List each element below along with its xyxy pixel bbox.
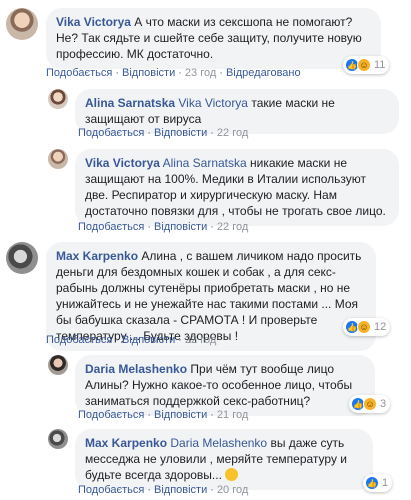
comment-bubble: Vika Victorya А что маски из сексшопа не… bbox=[46, 8, 381, 69]
comment-vika-reply: Vika Victorya Alina Sarnatska никакие ма… bbox=[48, 149, 399, 226]
mention-link[interactable]: Daria Melashenko bbox=[170, 436, 267, 450]
comment-author[interactable]: Alina Sarnatska bbox=[85, 96, 175, 110]
comment-bubble: Max Karpenko Daria Melashenko вы даже су… bbox=[75, 429, 373, 490]
like-icon: 👍 bbox=[365, 476, 379, 490]
avatar[interactable] bbox=[6, 242, 38, 274]
timestamp[interactable]: 22 год bbox=[217, 221, 248, 233]
comment-actions: Подобається · Відповісти · 22 год bbox=[46, 334, 217, 346]
timestamp[interactable]: 22 год bbox=[185, 334, 216, 346]
comment-vika-1: Vika Victorya А что маски из сексшопа не… bbox=[6, 8, 381, 69]
timestamp[interactable]: 22 год bbox=[217, 127, 248, 139]
mention-link[interactable]: Alina Sarnatska bbox=[163, 156, 247, 170]
comment-max-reply: Max Karpenko Daria Melashenko вы даже су… bbox=[48, 429, 373, 490]
reply-button[interactable]: Відповісти bbox=[154, 409, 207, 421]
haha-icon: ☺ bbox=[357, 58, 371, 72]
avatar[interactable] bbox=[48, 89, 68, 109]
smile-emoji-icon bbox=[225, 468, 239, 481]
comment-daria-reply: Daria Melashenko При чём тут вообще лицо… bbox=[48, 355, 375, 416]
mention-link[interactable]: Vika Victorya bbox=[178, 96, 248, 110]
comment-author[interactable]: Daria Melashenko bbox=[85, 362, 187, 376]
comment-text: Алина , с вашем личиком надо просить ден… bbox=[56, 249, 362, 343]
avatar[interactable] bbox=[48, 355, 68, 375]
avatar[interactable] bbox=[48, 429, 68, 449]
avatar[interactable] bbox=[6, 8, 38, 40]
haha-icon: ☺ bbox=[363, 397, 377, 411]
comment-actions: Подобається · Відповісти · 22 год bbox=[78, 221, 249, 233]
avatar[interactable] bbox=[48, 149, 68, 169]
reactions-summary[interactable]: 👍 ☺ 12 bbox=[343, 318, 391, 336]
reaction-count: 12 bbox=[374, 321, 387, 333]
like-button[interactable]: Подобається bbox=[78, 127, 144, 139]
timestamp[interactable]: 21 год bbox=[217, 409, 248, 421]
timestamp[interactable]: 20 год bbox=[217, 484, 248, 496]
reply-button[interactable]: Відповісти bbox=[122, 334, 175, 346]
timestamp[interactable]: 23 год bbox=[185, 67, 216, 79]
comment-bubble: Vika Victorya Alina Sarnatska никакие ма… bbox=[75, 149, 399, 226]
comment-actions: Подобається · Відповісти · 20 год bbox=[78, 484, 249, 496]
reply-button[interactable]: Відповісти bbox=[154, 221, 207, 233]
comment-author[interactable]: Max Karpenko bbox=[85, 436, 167, 450]
reactions-summary[interactable]: 👍 ☺ 11 bbox=[343, 56, 390, 74]
like-button[interactable]: Подобається bbox=[78, 409, 144, 421]
haha-icon: ☺ bbox=[357, 320, 371, 334]
reply-button[interactable]: Відповісти bbox=[154, 127, 207, 139]
comment-actions: Подобається · Відповісти · 23 год · Відредагов… bbox=[46, 67, 301, 79]
reply-button[interactable]: Відповісти bbox=[122, 67, 175, 79]
comment-author[interactable]: Vika Victorya bbox=[56, 15, 131, 29]
like-button[interactable]: Подобається bbox=[78, 221, 144, 233]
like-button[interactable]: Подобається bbox=[46, 67, 112, 79]
reactions-summary[interactable]: 👍 ☺ 3 bbox=[349, 395, 391, 413]
comment-actions: Подобається · Відповісти · 22 год bbox=[78, 127, 249, 139]
reactions-summary[interactable]: 👍 1 bbox=[363, 474, 393, 492]
reply-button[interactable]: Відповісти bbox=[154, 484, 207, 496]
reaction-count: 3 bbox=[380, 398, 387, 410]
comment-bubble: Daria Melashenko При чём тут вообще лицо… bbox=[75, 355, 375, 416]
reaction-count: 1 bbox=[382, 477, 389, 489]
reaction-count: 11 bbox=[374, 59, 386, 71]
edited-label[interactable]: Відредаговано bbox=[226, 67, 301, 79]
comment-actions: Подобається · Відповісти · 21 год bbox=[78, 409, 249, 421]
comment-author[interactable]: Vika Victorya bbox=[85, 156, 160, 170]
like-button[interactable]: Подобається bbox=[78, 484, 144, 496]
like-button[interactable]: Подобається bbox=[46, 334, 112, 346]
comment-author[interactable]: Max Karpenko bbox=[56, 249, 138, 263]
